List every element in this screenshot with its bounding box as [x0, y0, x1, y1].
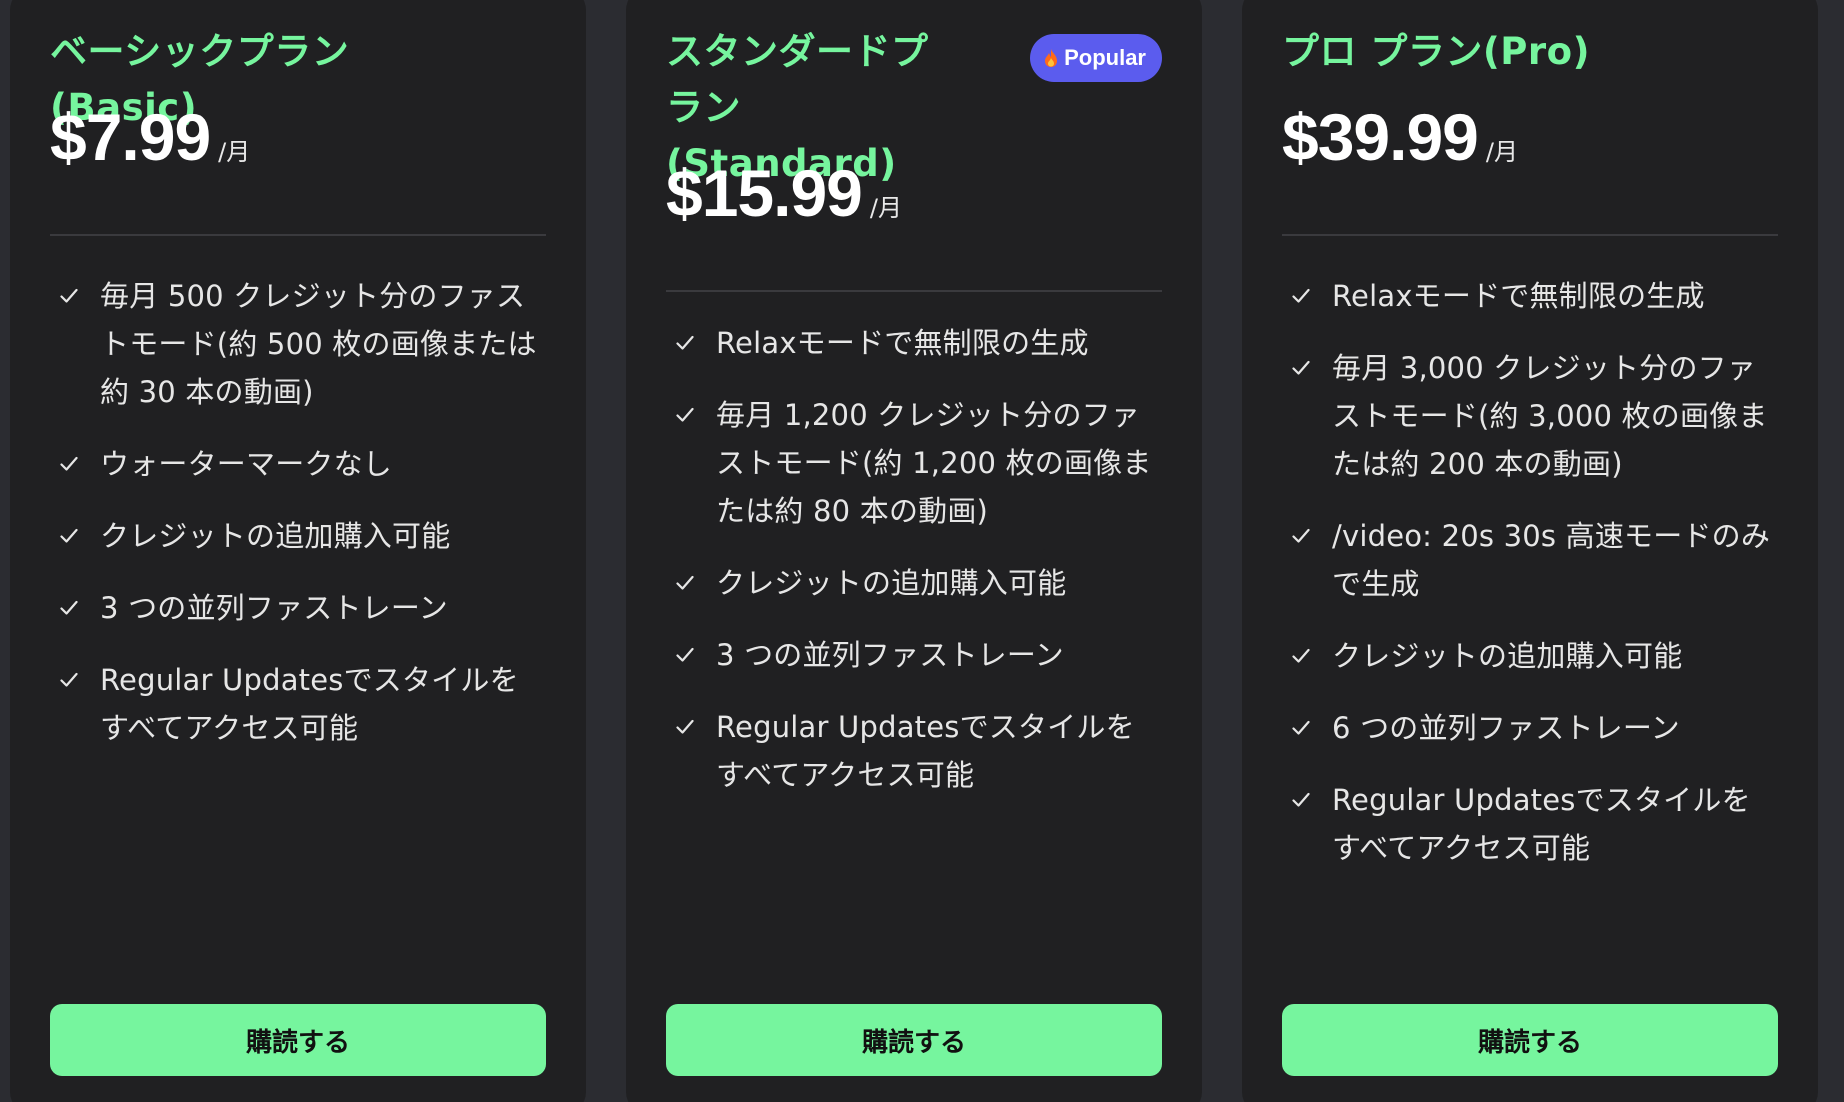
feature-item: 6 つの並列ファストレーン — [1282, 704, 1778, 752]
feature-item: Regular Updatesでスタイルをすべてアクセス可能 — [666, 703, 1162, 799]
check-icon — [676, 575, 694, 590]
price-period: /月 — [1485, 138, 1518, 166]
plan-title: プロ プラン(Pro) — [1282, 30, 1590, 73]
feature-item: Relaxモードで無制限の生成 — [1282, 272, 1778, 320]
feature-item: クレジットの追加購入可能 — [666, 559, 1162, 607]
feature-list: Relaxモードで無制限の生成 毎月 1,200 クレジット分のファストモード(… — [666, 319, 1162, 823]
feature-item: 3 つの並列ファストレーン — [50, 584, 546, 632]
feature-item: 毎月 1,200 クレジット分のファストモード(約 1,200 枚の画像または約… — [666, 391, 1162, 535]
plan-card-pro: プロ プラン(Pro) $39.99 /月 Relaxモードで無制限の生成 毎月… — [1242, 0, 1818, 1102]
price: $7.99 — [50, 100, 211, 174]
check-icon — [676, 335, 694, 350]
pricing-cards: ベーシックプラン(Basic) $7.99 /月 毎月 500 クレジット分のフ… — [0, 0, 1844, 1102]
feature-item: ウォーターマークなし — [50, 440, 546, 488]
feature-list: 毎月 500 クレジット分のファストモード(約 500 枚の画像または約 30 … — [50, 272, 546, 776]
check-icon — [1292, 528, 1310, 543]
feature-item: Relaxモードで無制限の生成 — [666, 319, 1162, 367]
price-row: $39.99 /月 — [1282, 104, 1518, 170]
badge-label: Popular — [1064, 45, 1146, 70]
price-period: /月 — [869, 194, 902, 222]
check-icon — [1292, 360, 1310, 375]
popular-badge: Popular — [1030, 34, 1162, 82]
price-row: $15.99 /月 — [666, 160, 902, 226]
price-row: $7.99 /月 — [50, 104, 250, 170]
check-icon — [1292, 648, 1310, 663]
subscribe-button[interactable]: 購読する — [50, 1004, 546, 1076]
subscribe-button[interactable]: 購読する — [1282, 1004, 1778, 1076]
feature-item: Regular Updatesでスタイルをすべてアクセス可能 — [1282, 776, 1778, 872]
feature-item: /video: 20s 30s 高速モードのみで生成 — [1282, 512, 1778, 608]
feature-item: 毎月 3,000 クレジット分のファストモード(約 3,000 枚の画像または約… — [1282, 344, 1778, 488]
feature-item: 3 つの並列ファストレーン — [666, 631, 1162, 679]
check-icon — [60, 288, 78, 303]
feature-item: クレジットの追加購入可能 — [50, 512, 546, 560]
price-period: /月 — [218, 138, 251, 166]
feature-item: クレジットの追加購入可能 — [1282, 632, 1778, 680]
check-icon — [60, 456, 78, 471]
price: $39.99 — [1282, 100, 1479, 174]
feature-item: 毎月 500 クレジット分のファストモード(約 500 枚の画像または約 30 … — [50, 272, 546, 416]
divider — [50, 234, 546, 236]
check-icon — [676, 719, 694, 734]
fire-icon — [1044, 48, 1058, 68]
feature-list: Relaxモードで無制限の生成 毎月 3,000 クレジット分のファストモード(… — [1282, 272, 1778, 896]
plan-card-standard: スタンダードプラン(Standard) Popular $15.99 /月 Re… — [626, 0, 1202, 1102]
check-icon — [60, 528, 78, 543]
check-icon — [1292, 288, 1310, 303]
check-icon — [1292, 720, 1310, 735]
check-icon — [60, 672, 78, 687]
check-icon — [60, 600, 78, 615]
divider — [666, 290, 1162, 292]
check-icon — [676, 647, 694, 662]
divider — [1282, 234, 1778, 236]
feature-item: Regular Updatesでスタイルをすべてアクセス可能 — [50, 656, 546, 752]
plan-card-basic: ベーシックプラン(Basic) $7.99 /月 毎月 500 クレジット分のフ… — [10, 0, 586, 1102]
check-icon — [1292, 792, 1310, 807]
check-icon — [676, 407, 694, 422]
subscribe-button[interactable]: 購読する — [666, 1004, 1162, 1076]
price: $15.99 — [666, 156, 863, 230]
